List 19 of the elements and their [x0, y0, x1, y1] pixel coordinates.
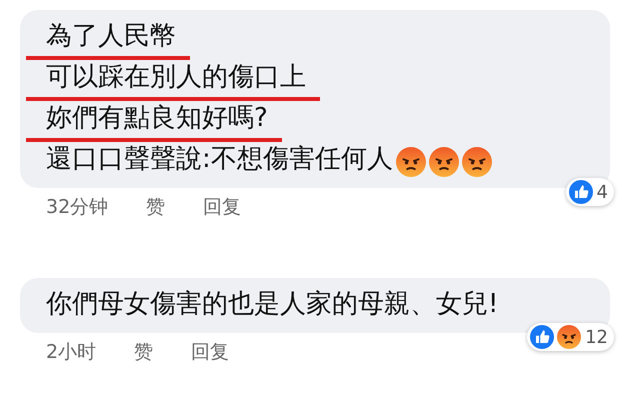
comment-text: 你們母女傷害的也是人家的母親、女兒! [46, 288, 498, 320]
angry-face-icon [557, 325, 582, 349]
thumbs-up-icon [530, 325, 554, 349]
like-link[interactable]: 赞 [134, 339, 154, 365]
reaction-badge[interactable]: 12 [527, 323, 614, 351]
angry-face-icon [462, 146, 492, 176]
reply-link[interactable]: 回复 [191, 339, 230, 365]
comment-text: 還口口聲聲說:不想傷害任何人 [46, 142, 393, 176]
timestamp: 2小时 [46, 340, 96, 365]
timestamp: 32分钟 [46, 195, 108, 220]
angry-face-icon [396, 146, 426, 176]
like-link[interactable]: 赞 [146, 194, 166, 220]
comment-text: 妳們有點良知好嗎? [26, 100, 282, 142]
reaction-badge[interactable]: 4 [566, 178, 614, 206]
thumbs-up-icon [568, 180, 593, 204]
angry-face-icon [428, 146, 459, 176]
comment-text: 為了人民幣 [26, 18, 190, 60]
comment-text: 可以踩在別人的傷口上 [26, 58, 320, 100]
reply-link[interactable]: 回复 [203, 194, 242, 220]
